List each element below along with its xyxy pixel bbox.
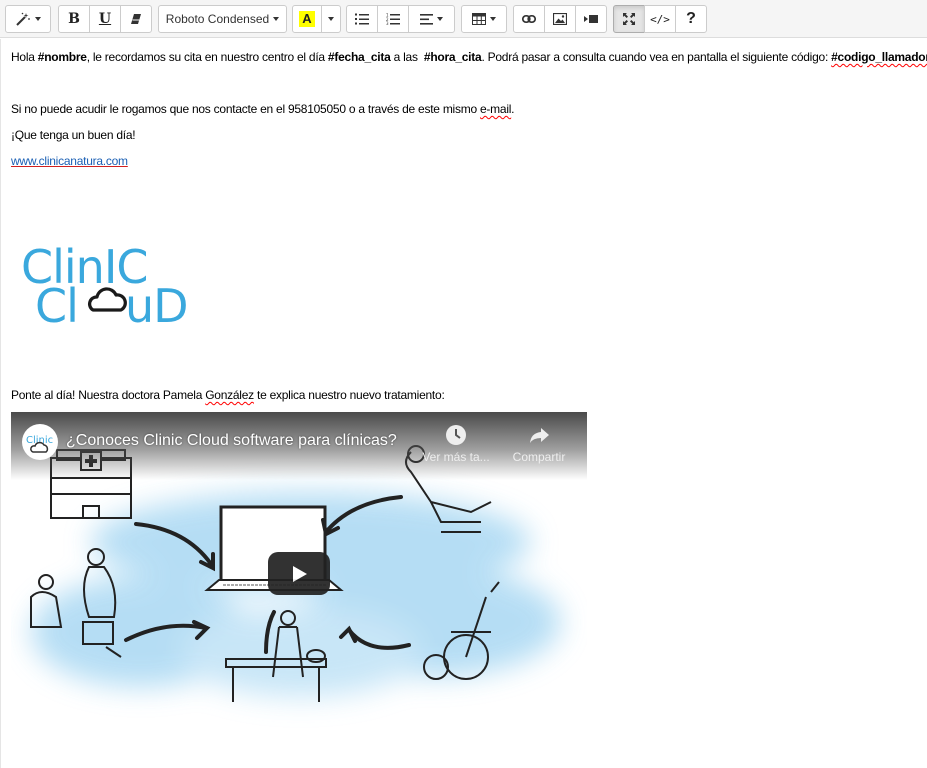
highlight-color-icon: A — [299, 11, 315, 27]
table-dropdown[interactable] — [461, 5, 507, 33]
bulleted-list-icon — [355, 13, 369, 25]
editor-content[interactable]: Hola #nombre, le recordamos su cita en n… — [0, 39, 927, 768]
view-group: </> ? — [613, 5, 707, 33]
format-group: B U — [58, 5, 152, 33]
text-segment: . — [511, 102, 515, 116]
text-segment: a las — [390, 50, 424, 64]
misspelled-word: e-mail — [479, 102, 512, 116]
help-icon: ? — [686, 10, 696, 27]
color-group: A — [292, 5, 341, 33]
editor-toolbar: B U Roboto Condensed A 1 2 3 </> ? — [0, 0, 927, 38]
fullscreen-button[interactable] — [613, 5, 645, 33]
share-label: Compartir — [512, 450, 566, 464]
bold-button[interactable]: B — [58, 5, 90, 33]
text-segment: te explica nuestro nuevo tratamiento: — [253, 388, 445, 402]
color-dropdown-button[interactable] — [321, 5, 341, 33]
ordered-list-button[interactable]: 1 2 3 — [377, 5, 409, 33]
underline-button[interactable]: U — [89, 5, 121, 33]
svg-text:3: 3 — [386, 21, 389, 25]
clock-icon — [446, 425, 466, 445]
message-line-greeting: ¡Que tenga un buen día! — [11, 128, 136, 142]
highlight-color-button[interactable]: A — [292, 5, 322, 33]
website-link-line: www.clinicanatura.com — [11, 154, 128, 168]
clinic-cloud-channel-icon: Clinic — [26, 435, 53, 453]
placeholder-hora-cita: #hora_cita — [423, 50, 482, 64]
watch-later-label: Ver más ta... — [422, 450, 490, 464]
fullscreen-icon — [623, 13, 635, 25]
caret-down-icon — [490, 17, 496, 21]
share-button[interactable]: Compartir — [504, 424, 574, 464]
website-link[interactable]: www.clinicanatura.com — [11, 154, 128, 168]
bold-icon: B — [68, 11, 80, 27]
placeholder-fecha-cita: #fecha_cita — [327, 50, 391, 64]
watch-later-button[interactable]: Ver más ta... — [421, 424, 491, 464]
misspelled-word: González — [205, 388, 254, 402]
text-segment: . Podrá pasar a consulta cuando vea en p… — [481, 50, 832, 64]
play-button[interactable] — [268, 552, 330, 595]
caret-down-icon — [437, 17, 443, 21]
font-family-dropdown[interactable]: Roboto Condensed — [158, 5, 287, 33]
svg-text:Clinic: Clinic — [26, 435, 53, 446]
eraser-icon — [131, 14, 141, 24]
text-segment: Ponte al día! Nuestra doctora Pamela — [11, 388, 206, 402]
magic-wand-icon — [16, 12, 30, 26]
message-line-contact: Si no puede acudir le rogamos que nos co… — [11, 102, 515, 116]
link-button[interactable] — [513, 5, 545, 33]
video-icon — [584, 15, 598, 23]
message-line-appointment: Hola #nombre, le recordamos su cita en n… — [11, 50, 927, 64]
link-icon — [522, 14, 536, 24]
video-button[interactable] — [575, 5, 607, 33]
svg-text:Cl: Cl — [35, 279, 78, 329]
caret-down-icon — [328, 17, 334, 21]
video-title[interactable]: ¿Conoces Clinic Cloud software para clín… — [66, 432, 397, 450]
image-icon — [553, 13, 567, 25]
placeholder-codigo-llamador: #codigo_llamador. — [831, 50, 927, 64]
text-segment: , le recordamos su cita en nuestro centr… — [86, 50, 328, 64]
unordered-list-button[interactable] — [346, 5, 378, 33]
channel-avatar[interactable]: Clinic — [22, 424, 58, 460]
paragraph-group: 1 2 3 — [346, 5, 455, 33]
code-view-button[interactable]: </> — [644, 5, 676, 33]
clinic-cloud-logo: ClinIC Cl uD — [21, 239, 211, 333]
svg-text:uD: uD — [125, 279, 188, 329]
caret-down-icon — [273, 17, 280, 21]
embedded-video[interactable]: Clinic ¿Conoces Clinic Cloud software pa… — [11, 412, 587, 735]
font-family-label: Roboto Condensed — [165, 12, 270, 26]
code-icon: </> — [650, 12, 670, 26]
clinic-cloud-logo-image: ClinIC Cl uD — [21, 240, 189, 333]
numbered-list-icon: 1 2 3 — [386, 13, 400, 25]
text-segment: Hola — [11, 50, 38, 64]
underline-icon: U — [98, 11, 112, 27]
image-button[interactable] — [544, 5, 576, 33]
placeholder-nombre: #nombre — [37, 50, 87, 64]
align-left-icon — [420, 13, 433, 25]
caret-down-icon — [35, 17, 41, 21]
share-arrow-icon — [530, 428, 549, 443]
align-dropdown[interactable] — [408, 5, 455, 33]
style-group — [5, 5, 51, 33]
clear-format-button[interactable] — [120, 5, 152, 33]
insert-group — [513, 5, 607, 33]
message-line-video-intro: Ponte al día! Nuestra doctora Pamela Gon… — [11, 388, 445, 402]
text-segment: Si no puede acudir le rogamos que nos co… — [11, 102, 480, 116]
play-icon — [293, 565, 307, 582]
table-group — [461, 5, 507, 33]
table-icon — [472, 13, 486, 25]
style-button[interactable] — [5, 5, 51, 33]
font-group: Roboto Condensed — [158, 5, 287, 33]
help-button[interactable]: ? — [675, 5, 707, 33]
